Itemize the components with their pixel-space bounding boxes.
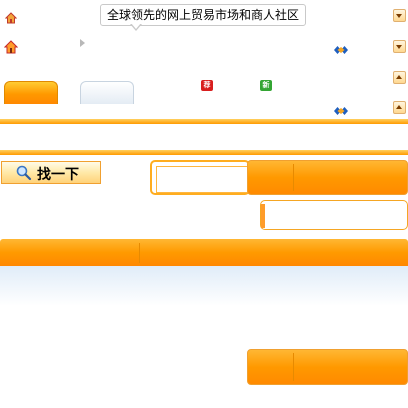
search-input[interactable] [156,166,248,193]
chevron-up-icon[interactable] [393,71,406,84]
chevron-up-icon[interactable] [393,101,406,114]
search-button[interactable]: 找一下 [1,161,101,184]
new-badge: 新 [260,80,272,91]
hot-badge: 荐 [201,80,213,91]
diamond-icon[interactable] [333,101,349,115]
tab-inactive[interactable] [80,81,134,104]
search-panel [150,160,250,195]
chevron-down-icon[interactable] [393,40,406,53]
panel-divider [293,164,294,191]
divider-orange-middle [0,150,408,155]
orange-panel-bottom[interactable] [247,349,408,385]
blue-fade-band [0,266,408,306]
diamond-icon[interactable] [333,40,349,54]
tab-active[interactable] [4,81,58,104]
orange-header-bar [0,239,408,266]
orange-panel-top[interactable] [247,160,408,195]
panel-divider [293,353,294,381]
house-icon[interactable] [3,39,19,54]
tooltip-tail-inner [131,23,141,29]
play-arrow-icon[interactable] [80,39,85,47]
magnifier-icon [16,165,32,181]
divider-orange-top [0,119,408,124]
chevron-down-icon[interactable] [393,9,406,22]
header-bar-divider [139,243,140,263]
text-box-accent [261,204,265,228]
home-icon[interactable] [4,9,18,24]
text-box-panel [260,200,408,230]
search-button-label: 找一下 [37,167,79,183]
